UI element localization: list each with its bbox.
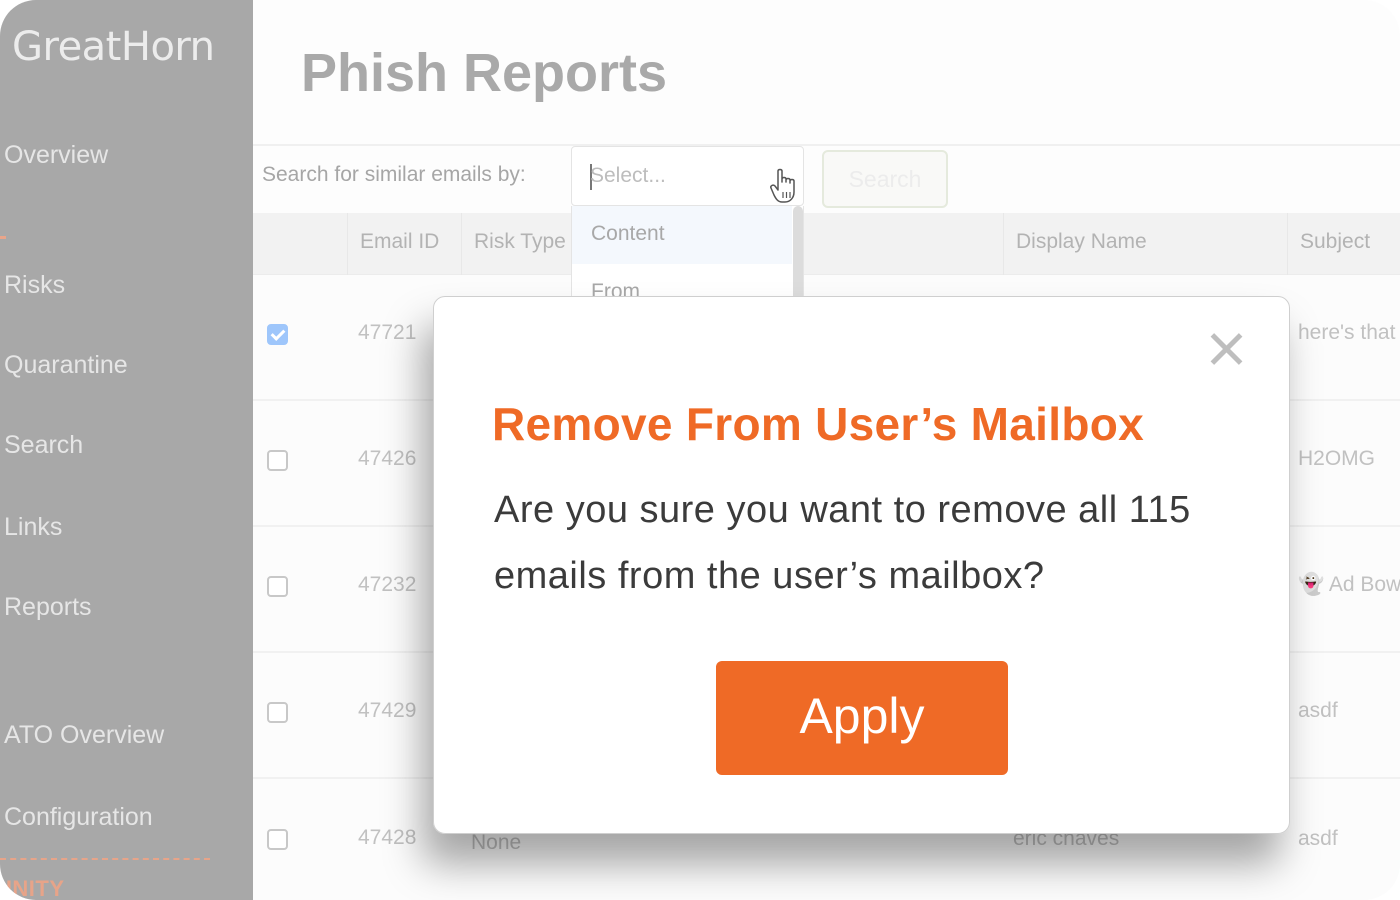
search-criteria-dropdown: Content From (571, 206, 804, 296)
apply-button[interactable]: Apply (716, 661, 1008, 775)
sidebar-item-reports[interactable]: Reports (4, 593, 92, 622)
table-header: Email ID Risk Type Display Name Subject (253, 213, 1400, 275)
email-id-cell: 47426 (358, 447, 417, 470)
sidebar-item-quarantine[interactable]: Quarantine (4, 351, 128, 380)
row-checkbox[interactable] (267, 450, 288, 471)
sidebar-item-links[interactable]: Links (4, 513, 62, 542)
dropdown-option-from[interactable]: From (572, 264, 792, 296)
row-checkbox[interactable] (267, 702, 288, 723)
sidebar-item-search[interactable]: Search (4, 431, 83, 460)
dialog-message: Are you sure you want to remove all 115 … (494, 489, 1191, 597)
dropdown-scrollbar[interactable] (793, 206, 803, 296)
column-header-subject[interactable]: Subject (1287, 213, 1400, 275)
row-checkbox[interactable] (267, 324, 288, 345)
sidebar-item-overview[interactable]: Overview (4, 141, 108, 170)
sidebar-section-label: UNITY (0, 876, 65, 900)
row-checkbox[interactable] (267, 829, 288, 850)
column-header-display-name[interactable]: Display Name (1003, 213, 1287, 275)
subject-cell: asdf (1298, 827, 1338, 850)
sidebar-divider (0, 858, 210, 860)
search-button[interactable]: Search (822, 150, 948, 208)
toolbar-divider (253, 144, 1400, 146)
column-header-email-id[interactable]: Email ID (347, 213, 461, 275)
sidebar-item-configuration[interactable]: Configuration (4, 803, 153, 832)
search-by-label: Search for similar emails by: (262, 163, 526, 186)
dropdown-option-content[interactable]: Content (572, 206, 792, 264)
risk-type-cell: None (471, 831, 522, 854)
remove-from-mailbox-dialog: Remove From User’s Mailbox Are you sure … (433, 296, 1290, 834)
page-title: Phish Reports (301, 43, 668, 103)
sidebar-item-ato-overview[interactable]: ATO Overview (4, 721, 164, 750)
subject-cell: asdf (1298, 699, 1338, 722)
sidebar-item-risks[interactable]: Risks (4, 271, 65, 300)
subject-cell: 👻 Ad Bow (1298, 573, 1400, 596)
column-header-risk-type[interactable]: Risk Type (461, 213, 581, 275)
select-placeholder: Select... (590, 164, 666, 187)
close-icon[interactable] (1204, 327, 1248, 371)
subject-cell: H2OMG (1298, 447, 1376, 470)
greathorn-logo[interactable]: GreatHorn (12, 24, 215, 70)
dialog-title: Remove From User’s Mailbox (492, 398, 1145, 450)
hand-pointer-cursor-icon (770, 168, 795, 203)
nav-accent-marker (0, 236, 6, 239)
app-frame: GreatHorn Overview Risks Quarantine Sear… (0, 0, 1400, 900)
subject-cell: here's that (1298, 321, 1396, 344)
email-id-cell: 47428 (358, 826, 417, 849)
email-id-cell: 47721 (358, 321, 417, 344)
email-id-cell: 47429 (358, 699, 417, 722)
email-id-cell: 47232 (358, 573, 417, 596)
sidebar: GreatHorn Overview Risks Quarantine Sear… (0, 0, 253, 900)
row-checkbox[interactable] (267, 576, 288, 597)
